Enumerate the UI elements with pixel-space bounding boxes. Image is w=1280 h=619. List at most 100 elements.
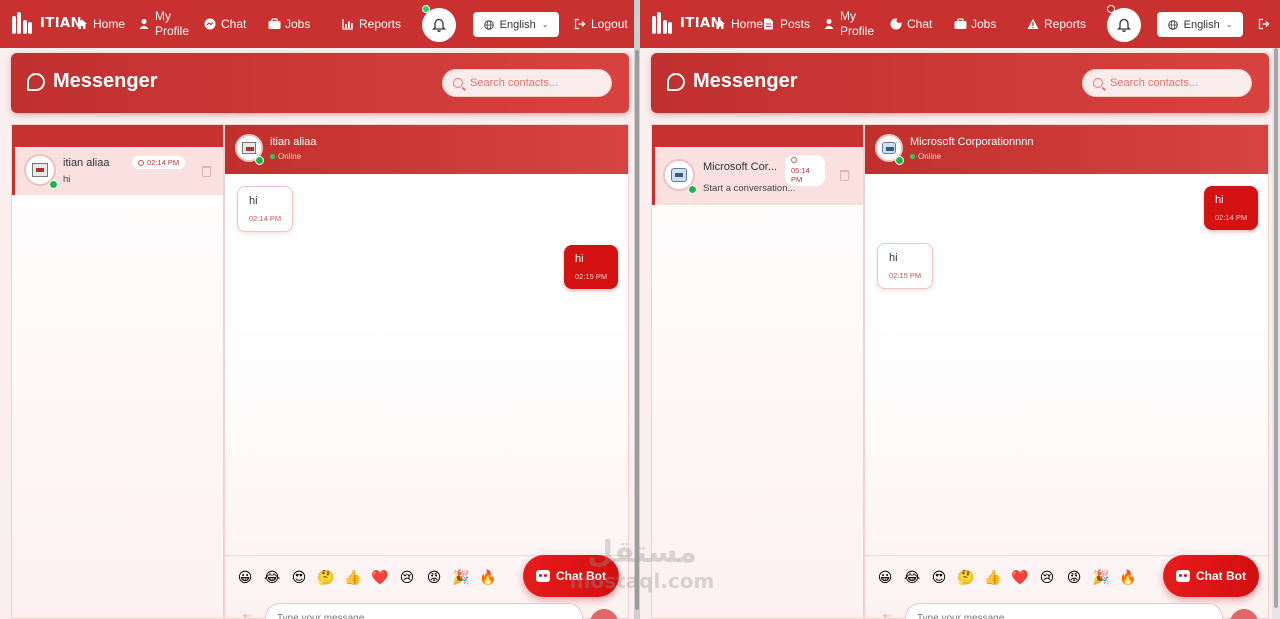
- emoji-heart-eyes[interactable]: 😍: [930, 570, 948, 586]
- search-input[interactable]: [470, 77, 600, 89]
- contacts-panel: Microsoft Cor... Start a conversation...…: [651, 124, 864, 619]
- emoji-crying[interactable]: 😢: [1038, 570, 1056, 586]
- message-outgoing: hi 02:14 PM: [1204, 186, 1259, 230]
- messenger-title: Messenger: [693, 70, 798, 92]
- globe-icon: [1167, 19, 1178, 30]
- send-button[interactable]: [1230, 609, 1258, 619]
- message-outgoing: hi 02:15 PM: [564, 245, 619, 289]
- chat-header: itian aliaa Online: [225, 125, 628, 174]
- itian-logo-icon: [12, 12, 32, 34]
- emoji-thumbs-up[interactable]: 👍: [984, 570, 1002, 586]
- chat-bubble-icon: [667, 72, 685, 91]
- emoji-thinking[interactable]: 🤔: [317, 570, 335, 586]
- emoji-party[interactable]: 🎉: [452, 570, 470, 586]
- robot-icon: [536, 570, 550, 582]
- contact-time: 02:14 PM: [132, 156, 186, 169]
- emoji-thumbs-up[interactable]: 👍: [344, 570, 362, 586]
- language-select[interactable]: English ⌄: [473, 12, 559, 37]
- search-input[interactable]: [1110, 77, 1240, 89]
- nav-reports[interactable]: Reports: [1027, 0, 1086, 48]
- nav-jobs[interactable]: Jobs: [268, 0, 310, 48]
- contact-time: 05:14 PM: [785, 155, 825, 186]
- trash-icon[interactable]: [840, 170, 849, 181]
- page-scrollbar[interactable]: [1272, 48, 1280, 619]
- chat-contact-name: itian aliaa: [270, 136, 317, 148]
- emoji-grinning[interactable]: 😀: [876, 570, 894, 586]
- contact-item[interactable]: itian aliaa hi 02:14 PM: [12, 147, 223, 195]
- chat-bot-button[interactable]: Chat Bot: [523, 555, 619, 597]
- emoji-angry[interactable]: 😡: [425, 570, 443, 586]
- nav-reports[interactable]: Reports: [342, 0, 401, 48]
- warning-icon: [1027, 18, 1039, 30]
- emoji-party[interactable]: 🎉: [1092, 570, 1110, 586]
- search-icon: [1093, 78, 1103, 88]
- right-browser-pane: ITIAN Home Posts My Profile Chat Jobs Re…: [640, 0, 1280, 619]
- home-icon: [714, 18, 726, 30]
- send-button[interactable]: [590, 609, 618, 619]
- online-indicator: [49, 180, 58, 189]
- contact-preview: Start a conversation...: [703, 183, 796, 194]
- arrow-left-icon: ←: [243, 611, 252, 619]
- trash-icon[interactable]: [202, 166, 211, 177]
- emoji-thinking[interactable]: 🤔: [957, 570, 975, 586]
- language-select[interactable]: English ⌄: [1157, 12, 1243, 37]
- chat-header: Microsoft Corporationnnn Online: [865, 125, 1268, 174]
- search-contacts: [442, 69, 612, 97]
- emoji-fire[interactable]: 🔥: [479, 570, 497, 586]
- nav-chat[interactable]: Chat: [890, 0, 932, 48]
- notification-dot: [1107, 5, 1115, 13]
- brand-logo[interactable]: ITIAN: [652, 12, 722, 34]
- messenger-title: Messenger: [53, 70, 158, 92]
- emoji-joy[interactable]: 😂: [263, 570, 281, 586]
- message-input[interactable]: [265, 603, 583, 619]
- contact-preview: hi: [63, 174, 71, 185]
- emoji-heart[interactable]: ❤️: [1011, 570, 1029, 586]
- nav-home[interactable]: Home: [714, 0, 763, 48]
- emoji-angry[interactable]: 😡: [1065, 570, 1083, 586]
- briefcase-icon: [268, 18, 281, 30]
- chat-contact-name: Microsoft Corporationnnn: [910, 136, 1034, 148]
- clock-icon: [138, 159, 144, 166]
- chat-bot-button[interactable]: Chat Bot: [1163, 555, 1259, 597]
- nav-home[interactable]: Home: [76, 0, 125, 48]
- bell-icon: [432, 18, 446, 32]
- nav-my-profile[interactable]: My Profile: [138, 0, 191, 48]
- robot-icon: [1176, 570, 1190, 582]
- clock-icon: [791, 157, 797, 163]
- contact-item[interactable]: Microsoft Cor... Start a conversation...…: [652, 147, 863, 205]
- navbar: ITIAN Home Posts My Profile Chat Jobs Re…: [640, 0, 1280, 48]
- message-incoming: hi 02:14 PM: [237, 186, 294, 232]
- nav-my-profile[interactable]: My Profile: [823, 0, 876, 48]
- chat-status: Online: [910, 152, 941, 161]
- logout-button[interactable]: [1258, 0, 1270, 48]
- emoji-fire[interactable]: 🔥: [1119, 570, 1137, 586]
- home-icon: [76, 18, 88, 30]
- notifications-button[interactable]: [422, 5, 456, 42]
- left-browser-pane: ITIAN Home My Profile Chat Jobs Reports: [0, 0, 636, 619]
- globe-icon: [483, 19, 494, 30]
- nav-jobs[interactable]: Jobs: [954, 0, 996, 48]
- notifications-button[interactable]: [1107, 5, 1141, 42]
- nav-posts[interactable]: Posts: [763, 0, 810, 48]
- chat-panel: itian aliaa Online hi 02:14 PM hi 02:15 …: [224, 124, 629, 619]
- message-incoming: hi 02:15 PM: [877, 243, 934, 289]
- emoji-grinning[interactable]: 😀: [236, 570, 254, 586]
- emoji-heart-eyes[interactable]: 😍: [290, 570, 308, 586]
- chart-icon: [342, 18, 354, 30]
- navbar: ITIAN Home My Profile Chat Jobs Reports: [0, 0, 636, 48]
- emoji-joy[interactable]: 😂: [903, 570, 921, 586]
- logout-icon: [1258, 18, 1270, 30]
- nav-chat[interactable]: Chat: [204, 0, 246, 48]
- online-indicator: [895, 156, 904, 165]
- messenger-icon: [890, 18, 902, 30]
- contact-name: itian aliaa: [63, 157, 110, 169]
- emoji-heart[interactable]: ❤️: [371, 570, 389, 586]
- contacts-panel: itian aliaa hi 02:14 PM: [11, 124, 224, 619]
- message-input[interactable]: [905, 603, 1223, 619]
- logout-button[interactable]: Logout: [574, 0, 628, 48]
- emoji-crying[interactable]: 😢: [398, 570, 416, 586]
- notification-dot: [422, 5, 430, 13]
- brand-logo[interactable]: ITIAN: [12, 12, 82, 34]
- chat-panel: Microsoft Corporationnnn Online hi 02:14…: [864, 124, 1269, 619]
- bell-icon: [1117, 18, 1131, 32]
